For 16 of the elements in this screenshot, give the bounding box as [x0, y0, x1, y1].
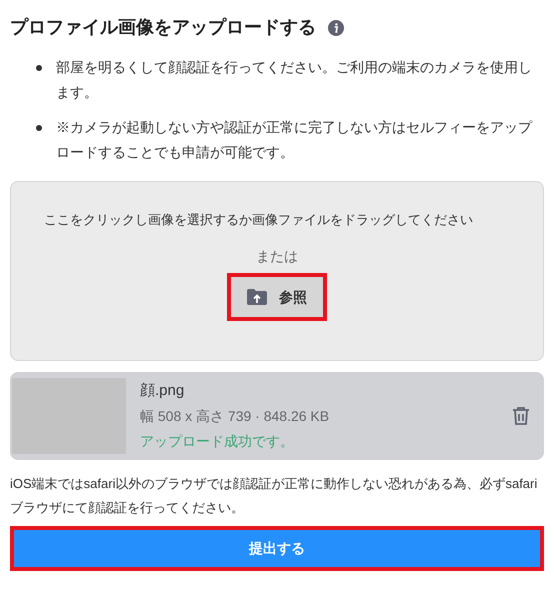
info-icon	[328, 20, 344, 36]
bullet-text: 部屋を明るくして顔認証を行ってください。ご利用の端末のカメラを使用します。	[56, 58, 533, 102]
section-title: プロファイル画像をアップロードする	[10, 16, 316, 39]
delete-icon[interactable]	[512, 406, 530, 426]
drop-zone[interactable]: ここをクリックし画像を選択するか画像ファイルをドラッグしてください または 参照	[10, 181, 544, 361]
bullet-text: ※カメラが起動しない方や認証が正常に完了しない方はセルフィーをアップロードすることでも申請が可能です。	[56, 118, 534, 162]
browse-button[interactable]: 参照	[231, 277, 323, 317]
or-label: または	[256, 247, 298, 266]
folder-upload-icon	[247, 288, 267, 306]
upload-status: アップロード成功です。	[140, 432, 295, 452]
file-details: 幅 508 x 高さ 739 · 848.26 KB	[140, 407, 330, 426]
drop-instruction: ここをクリックし画像を選択するか画像ファイルをドラッグしてください	[44, 211, 474, 229]
file-name: 顔.png	[140, 380, 186, 401]
bullet-icon	[36, 65, 42, 71]
bullet-icon	[36, 125, 42, 131]
browser-note: iOS端末ではsafari以外のブラウザでは顔認証が正常に動作しない恐れがある為、必ずsafariブラウザにて顔認証を行ってください。	[10, 475, 538, 517]
